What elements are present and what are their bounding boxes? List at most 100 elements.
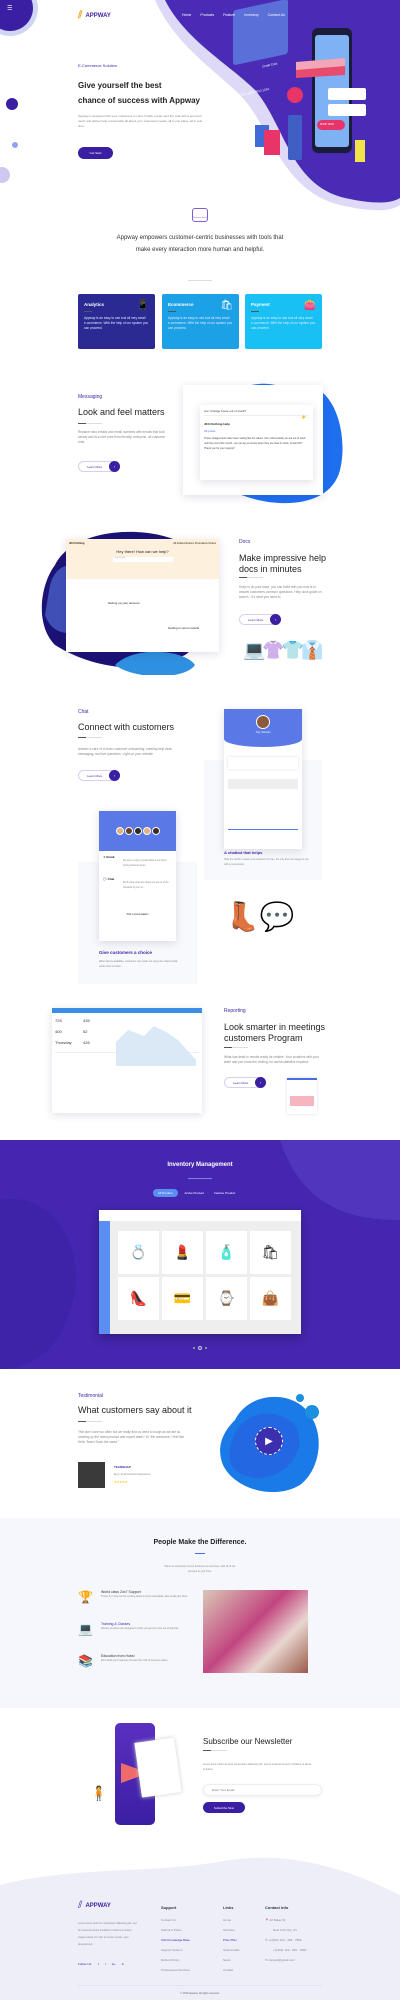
footer-about: Lorem ipsum dolor sit consectetur adipis… <box>78 1922 137 1946</box>
feature-card-analytics[interactable]: Analytics Appway is an easy to use tool a… <box>78 294 155 349</box>
shoppers-photo <box>203 1590 308 1673</box>
reporting-learn-more-button[interactable]: Learn More › <box>224 1077 266 1088</box>
testimonial-title: What customers say about it <box>78 1405 192 1415</box>
chat-label: Chat <box>78 709 89 715</box>
messaging-divider <box>78 423 102 424</box>
product-watch[interactable]: ⌚ <box>206 1277 247 1320</box>
footer-logo[interactable]: ⫽ APPWAY <box>78 1900 111 1911</box>
arrow-right-icon: › <box>109 461 120 472</box>
book-icon: 📚 <box>78 1654 93 1668</box>
footer-link[interactable]: Support System <box>161 1948 190 1952</box>
dot-3[interactable] <box>205 1347 207 1349</box>
docs-title: Make impressive help docs in minutes <box>239 553 327 574</box>
footer-link[interactable]: Visit Knowledge Base <box>161 1938 190 1942</box>
footer-contact: Contact Info 📍 22 Baker St. New York City… <box>265 1905 307 1962</box>
chat-widget: Troy Johnson <box>224 709 302 849</box>
footer-support: Support Contact Us Submit a Ticket Visit K… <box>161 1905 190 1972</box>
product-handbag[interactable]: 👜 <box>250 1277 291 1320</box>
shopping-bag-icon: 🛍 <box>220 300 233 311</box>
nav-contact[interactable]: Contact Us <box>268 13 285 17</box>
product-jewelry-box[interactable]: 💍 <box>118 1231 159 1274</box>
footer-link[interactable]: Price Plan <box>223 1938 240 1942</box>
person-illustration: 🧍 <box>90 1785 108 1801</box>
linkedin-icon[interactable]: in <box>122 1962 124 1966</box>
footer-link[interactable]: Contact <box>223 1968 240 1972</box>
chat-body: Answer a care of to learn customer onboa… <box>78 747 172 756</box>
product-high-heels[interactable]: 👠 <box>118 1277 159 1320</box>
nav-inventory[interactable]: Inventory <box>244 13 258 17</box>
hero-body: Appway is designed with your customers i… <box>78 114 202 128</box>
intro-tagline: Appway empowers customer-centric busines… <box>116 235 284 253</box>
channel-email[interactable]: ✈ Email We aim to reply to email within a… <box>99 851 176 873</box>
newsletter-email-input[interactable] <box>203 1784 322 1796</box>
newsletter-title: Subscribe our Newsletter <box>203 1737 293 1746</box>
footer-link[interactable]: Testimonials <box>223 1948 240 1952</box>
testimonial-role: Envy, of all Customer Experience <box>114 1473 151 1476</box>
footer-link[interactable]: Professional Services <box>161 1968 190 1972</box>
reporting-body: What has dealt to results ready for reli… <box>224 1055 319 1064</box>
product-credit-card[interactable]: 💳 <box>162 1277 203 1320</box>
twitter-icon[interactable]: t <box>105 1962 106 1966</box>
footer-link[interactable]: Home <box>223 1918 240 1922</box>
feature-card-ecommerce[interactable]: Ecommerce Appway is an easy to use tool a… <box>162 294 239 349</box>
footer-link[interactable]: News <box>223 1958 240 1962</box>
newsletter-body: Lorem ipsum dolor sit amet consectetur a… <box>203 1763 312 1771</box>
product-shopping-bags[interactable]: 🛍 <box>250 1231 291 1274</box>
logo[interactable]: ⫽ APPWAY <box>78 10 111 21</box>
hero-eyebrow: E-Commerce Solution <box>78 63 118 68</box>
footer-divider <box>78 1985 322 1986</box>
messaging-label: Messaging <box>78 394 103 400</box>
product-compact-lipstick[interactable]: 💄 <box>162 1231 203 1274</box>
channel-chat[interactable]: 💬 Chat We'll online chat now. Reply we ar… <box>99 873 176 895</box>
menu-icon[interactable]: ☰ <box>7 5 12 12</box>
shop-now-label: SHOP NOW <box>320 123 334 126</box>
reporting-divider <box>224 1047 248 1048</box>
docs-divider <box>239 577 263 578</box>
nav-home[interactable]: Home <box>182 13 191 17</box>
tab-inactive-product[interactable]: Inactive Product <box>211 1189 239 1197</box>
messaging-mock-card: Are 'Vintage boots out of stock? JK3 Clo… <box>200 405 313 480</box>
footer-link[interactable]: Services <box>223 1928 240 1932</box>
testimonial-divider <box>78 1421 102 1422</box>
trophy-icon: 🏆 <box>78 1590 93 1604</box>
boots-chat-illustration: 👢💬 <box>225 901 295 932</box>
tab-active-product[interactable]: Active Product <box>182 1189 207 1197</box>
subscribe-button[interactable]: Subscribe Now <box>203 1802 245 1813</box>
messaging-title: Look and feel matters <box>78 407 165 417</box>
google-plus-icon[interactable]: G+ <box>112 1962 116 1966</box>
dot-2[interactable] <box>198 1346 202 1350</box>
reporting-title: Look smarter in meetings customers Progra… <box>224 1022 326 1043</box>
dashboard-mock: 725 435 400 52 Thursday 426 <box>52 1008 202 1113</box>
main-nav: Home Products Feature Inventory Contact … <box>182 13 285 17</box>
chatbot-title: A chatbot that helps <box>224 850 263 855</box>
docs-mock-window: JK3 Clothing All Articles Returns Promoti… <box>66 539 219 652</box>
feature-card-payment[interactable]: Payment Appway is an easy to use tool all… <box>245 294 322 349</box>
rating-stars: ★★★★★ <box>114 1480 128 1484</box>
facebook-icon[interactable]: f <box>98 1962 99 1966</box>
newsletter-divider <box>203 1750 227 1751</box>
clothing-rack-illustration: 💻👚👕👔 <box>243 640 324 660</box>
phone-chart-icon: 📱 <box>136 300 149 311</box>
arrow-right-icon: › <box>270 614 281 625</box>
inventory-title: Inventory Management <box>167 1162 233 1168</box>
nav-feature[interactable]: Feature <box>223 13 235 17</box>
chat-divider <box>78 737 102 738</box>
footer-link[interactable]: Refund Policy <box>161 1958 190 1962</box>
footer-link[interactable]: Submit a Ticket <box>161 1928 190 1932</box>
dot-1[interactable] <box>193 1347 195 1349</box>
arrow-right-icon: › <box>109 770 120 781</box>
tab-all-product[interactable]: All Product <box>153 1189 178 1197</box>
footer-link[interactable]: Contact Us <box>161 1918 190 1922</box>
inventory-sidebar <box>99 1221 110 1334</box>
footer-background <box>0 1857 400 2000</box>
chat-title: Connect with customers <box>78 722 175 732</box>
get-start-button[interactable]: Get Start <box>78 147 113 159</box>
docs-learn-more-button[interactable]: Learn More › <box>239 614 281 625</box>
messaging-learn-more-button[interactable]: Learn More › <box>78 461 120 472</box>
nav-products[interactable]: Products <box>200 13 214 17</box>
product-perfume[interactable]: 🧴 <box>206 1231 247 1274</box>
docs-label: Docs <box>239 539 251 545</box>
wallet-icon: 👛 <box>303 300 316 311</box>
play-video-button[interactable]: ▶ <box>255 1427 283 1455</box>
chat-learn-more-button[interactable]: Learn More › <box>78 770 120 781</box>
